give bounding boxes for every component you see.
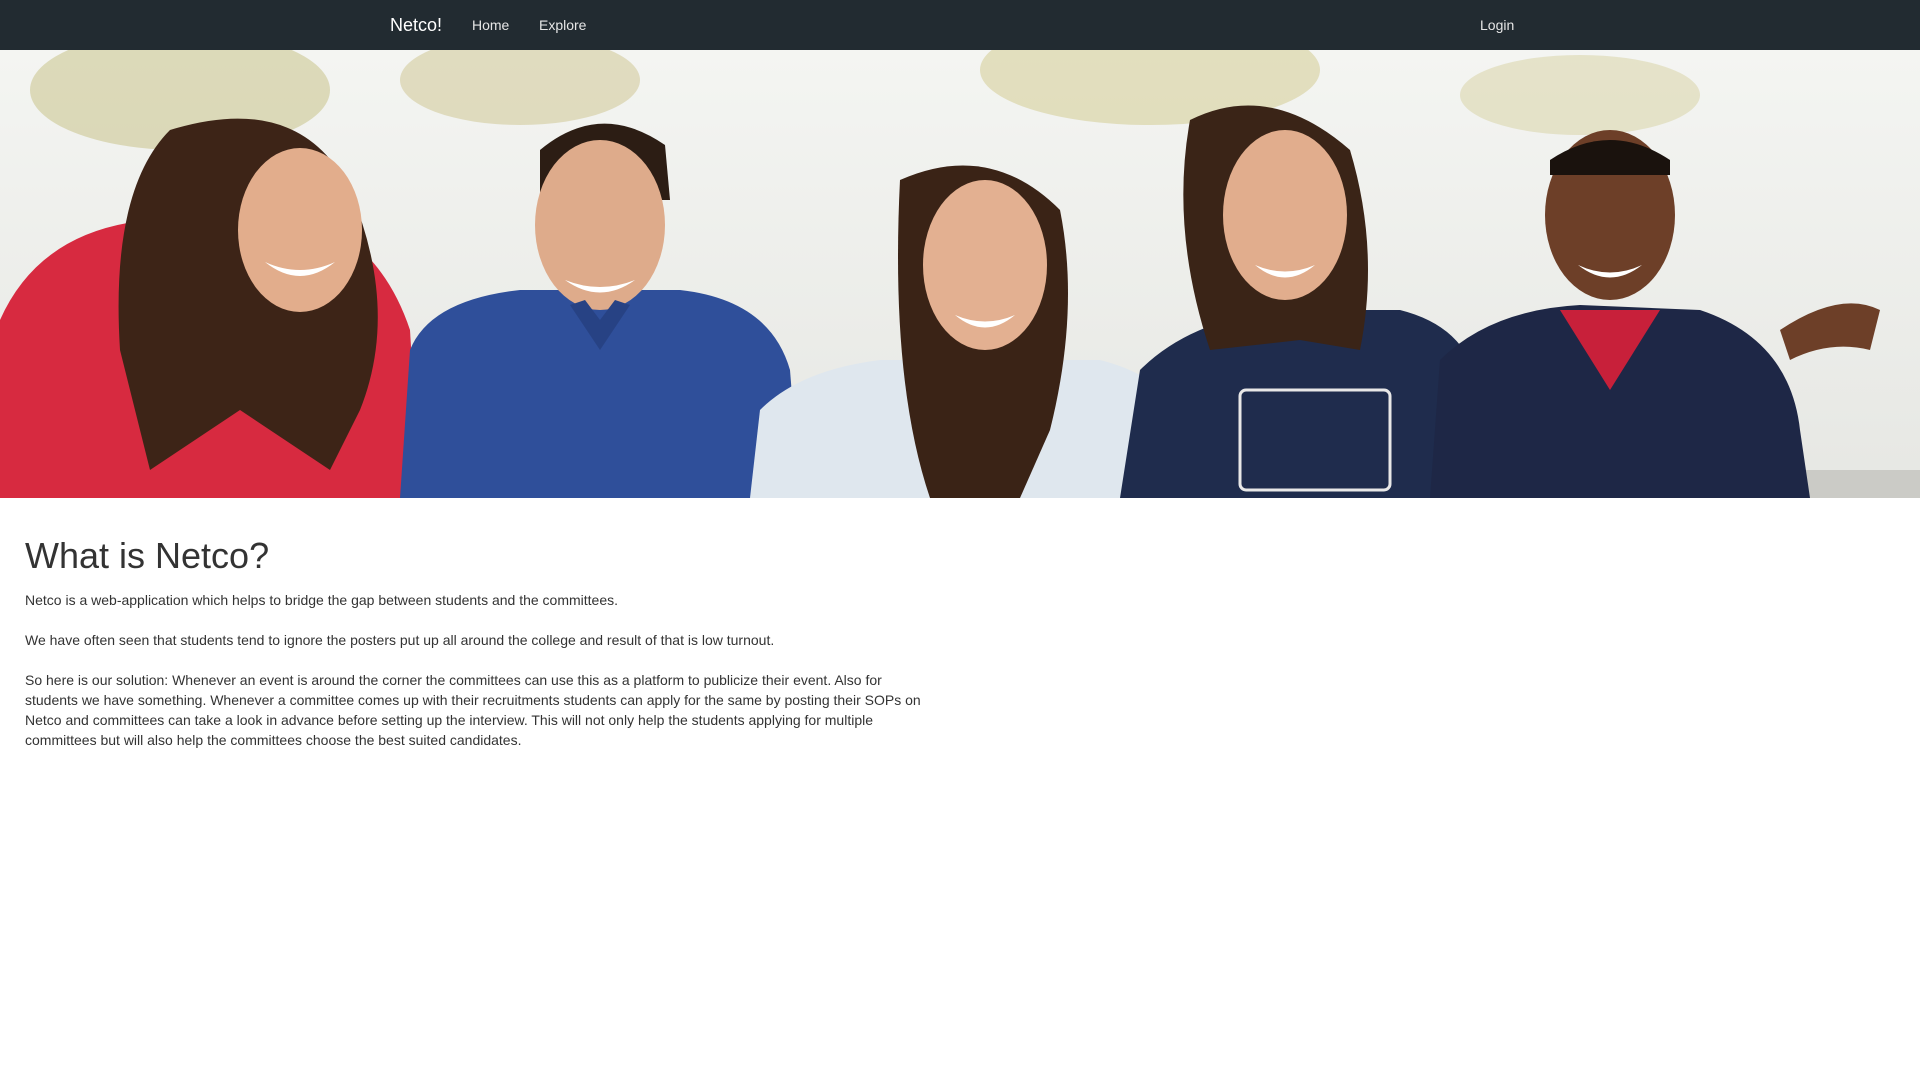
- top-navbar: Netco! Home Explore Login: [0, 0, 1920, 51]
- nav-home-link[interactable]: Home: [472, 0, 509, 50]
- nav-login-link[interactable]: Login: [1480, 0, 1514, 50]
- intro-paragraph: Netco is a web-application which helps t…: [25, 592, 619, 608]
- hero-banner: [0, 50, 1920, 498]
- about-section: What is Netco? Netco is a web-applicatio…: [25, 532, 930, 770]
- problem-paragraph: We have often seen that students tend to…: [25, 632, 775, 648]
- solution-paragraph: So here is our solution: Whenever an eve…: [25, 672, 921, 748]
- group-photo-image: [0, 50, 1920, 498]
- nav-explore-link[interactable]: Explore: [539, 0, 586, 50]
- brand-link[interactable]: Netco!: [390, 0, 442, 50]
- page-heading: What is Netco?: [25, 535, 270, 576]
